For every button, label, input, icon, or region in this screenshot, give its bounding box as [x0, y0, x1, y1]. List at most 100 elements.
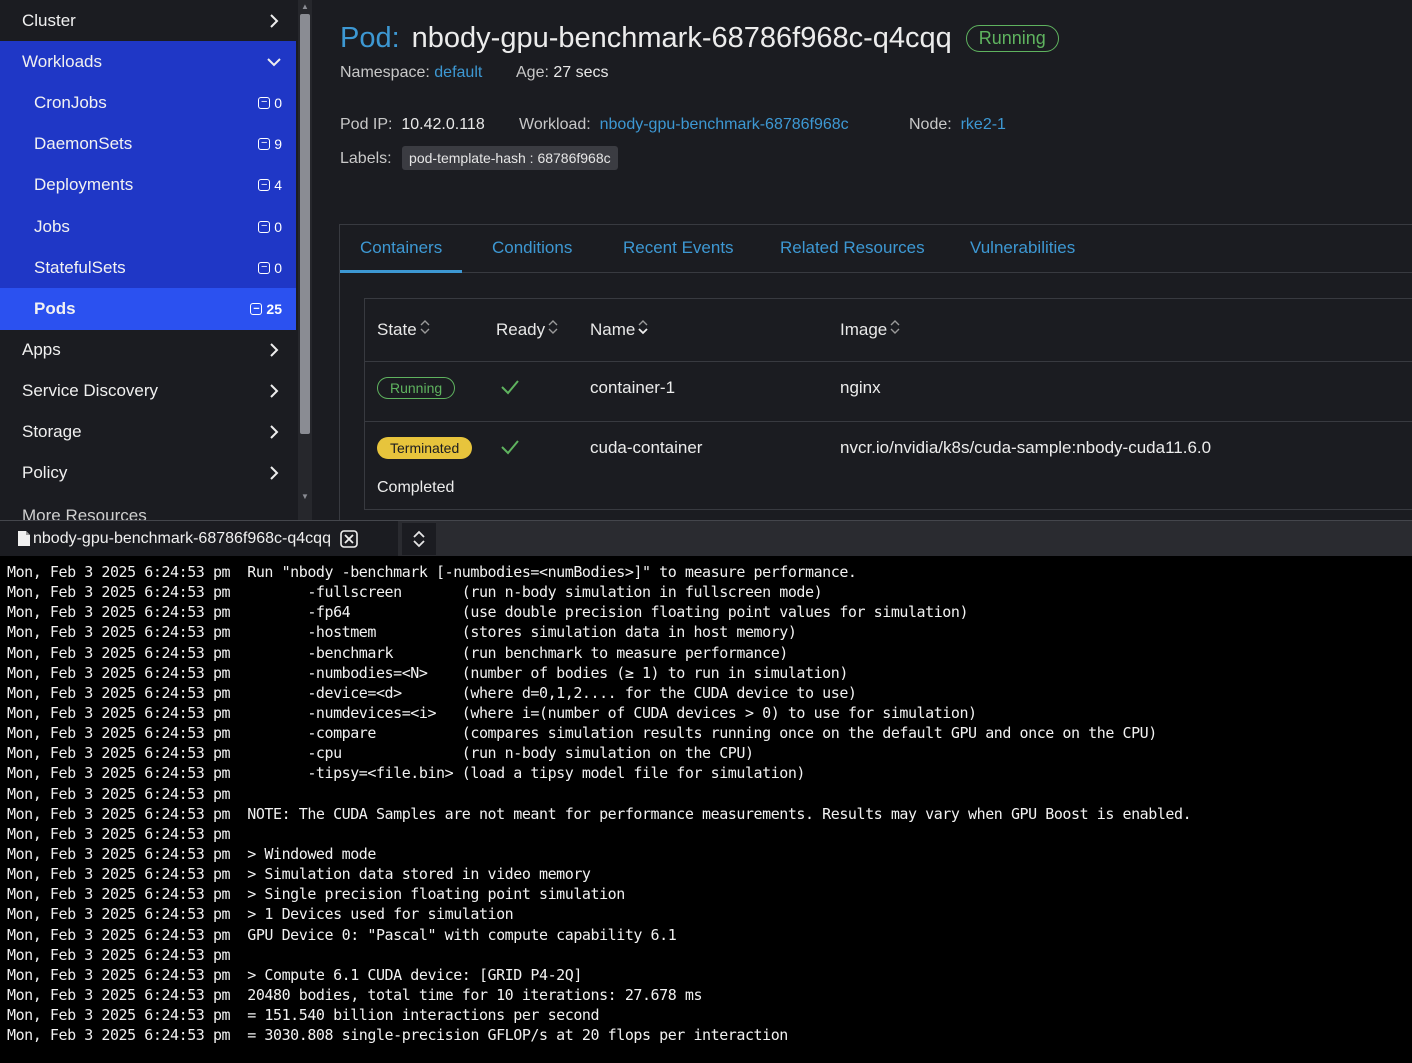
terminal-line: Mon, Feb 3 2025 6:24:53 pm -tipsy=<file.… [7, 764, 806, 783]
namespace-link[interactable]: default [434, 64, 482, 81]
column-header-name[interactable]: Name [590, 299, 648, 361]
tab-conditions[interactable]: Conditions [492, 225, 572, 273]
terminal-line: Mon, Feb 3 2025 6:24:53 pm [7, 945, 231, 964]
sidebar-item-label: Pods [34, 299, 76, 319]
nav-group-workloads[interactable]: Workloads [0, 41, 296, 82]
column-header-state[interactable]: State [377, 299, 430, 361]
nav-group-service-discovery[interactable]: Service Discovery [0, 371, 296, 412]
check-icon [500, 437, 520, 462]
terminal-line: Mon, Feb 3 2025 6:24:53 pm -benchmark (r… [7, 643, 788, 662]
close-icon[interactable] [340, 529, 358, 548]
sidebar-item-label: StatefulSets [34, 257, 126, 277]
node-label: Node: [909, 116, 952, 133]
chevron-right-icon [266, 465, 282, 481]
sidebar-item-pods[interactable]: Pods −25 [0, 288, 296, 330]
terminal-line: Mon, Feb 3 2025 6:24:53 pm NOTE: The CUD… [7, 804, 1192, 823]
title-prefix: Pod: [340, 22, 400, 54]
sidebar-item-cronjobs[interactable]: CronJobs −0 [0, 82, 296, 124]
terminal-tab[interactable]: nbody-gpu-benchmark-68786f968c-q4cqq [0, 521, 398, 556]
tab-containers[interactable]: Containers [340, 225, 463, 273]
nav-group-policy[interactable]: Policy [0, 453, 296, 494]
sort-icon [420, 299, 430, 361]
sidebar-item-jobs[interactable]: Jobs −0 [0, 205, 296, 248]
terminal-line: Mon, Feb 3 2025 6:24:53 pm Run "nbody -b… [7, 563, 857, 581]
age-label: Age: [516, 64, 549, 81]
terminal-line: Mon, Feb 3 2025 6:24:53 pm -cpu (run n-b… [7, 744, 754, 763]
scroll-down-icon[interactable]: ▼ [299, 492, 311, 502]
nav-group-cluster[interactable]: Cluster [0, 0, 296, 41]
sidebar-scrollbar-thumb[interactable] [300, 14, 310, 434]
row-divider [365, 421, 1412, 422]
tabs-panel: Containers Conditions Recent Events Rela… [339, 224, 1412, 524]
terminal-line: Mon, Feb 3 2025 6:24:53 pm 20480 bodies,… [7, 985, 703, 1004]
tab-vulnerabilities[interactable]: Vulnerabilities [970, 225, 1075, 273]
sidebar-item-label: Deployments [34, 175, 134, 195]
column-header-label: Image [840, 320, 888, 339]
nav-group-apps[interactable]: Apps [0, 330, 296, 371]
terminal-line: Mon, Feb 3 2025 6:24:53 pm > Simulation … [7, 865, 591, 884]
expand-button[interactable] [402, 523, 436, 555]
container-name: cuda-container [590, 438, 703, 457]
sidebar-item-deployments[interactable]: Deployments −4 [0, 164, 296, 206]
nav-group-label: Policy [22, 463, 68, 483]
chevron-right-icon [266, 424, 282, 440]
terminal-line: Mon, Feb 3 2025 6:24:53 pm GPU Device 0:… [7, 925, 677, 944]
labels-label: Labels: [340, 150, 392, 167]
column-header-image[interactable]: Image [840, 299, 900, 361]
pod-ip-label: Pod IP: [340, 116, 393, 133]
label-chip: pod-template-hash : 68786f968c [402, 146, 618, 170]
nav-group-label: Service Discovery [22, 381, 159, 401]
check-icon [500, 377, 520, 402]
sidebar-item-statefulsets[interactable]: StatefulSets −0 [0, 247, 296, 289]
status-badge: Running [965, 25, 1059, 52]
sort-down-icon [638, 299, 648, 361]
node-meta: Node: rke2-1 [909, 116, 1006, 134]
workload-label: Workload: [519, 116, 591, 133]
expand-icon [413, 530, 425, 548]
terminal-tab-bar: nbody-gpu-benchmark-68786f968c-q4cqq [0, 520, 1412, 556]
chevron-down-icon [266, 54, 282, 70]
namespace-icon: − [250, 303, 263, 316]
resource-count: −9 [258, 136, 282, 152]
workload-meta: Workload: nbody-gpu-benchmark-68786f968c [519, 116, 849, 134]
resource-count-value: 9 [274, 135, 282, 152]
age-value: 27 secs [553, 64, 609, 81]
containers-table: State Ready Name Image Running container… [364, 298, 1412, 510]
terminal-line: Mon, Feb 3 2025 6:24:53 pm > Single prec… [7, 885, 625, 904]
scroll-up-icon[interactable]: ▲ [299, 2, 311, 12]
pod-detail: Pod: nbody-gpu-benchmark-68786f968c-q4cq… [314, 0, 1412, 524]
nav-group-label: Workloads [22, 51, 102, 71]
labels-meta: Labels: pod-template-hash : 68786f968c [340, 146, 618, 170]
nav-group-label: Storage [22, 422, 82, 442]
terminal-line: Mon, Feb 3 2025 6:24:53 pm -compare (com… [7, 724, 1157, 743]
terminal-line: Mon, Feb 3 2025 6:24:53 pm > 1 Devices u… [7, 905, 514, 924]
resource-count: −4 [258, 177, 282, 193]
nav-group-label: Apps [22, 340, 61, 360]
chevron-right-icon [266, 383, 282, 399]
terminal-output[interactable]: Mon, Feb 3 2025 6:24:53 pm Run "nbody -b… [0, 556, 1412, 1063]
tab-related-resources[interactable]: Related Resources [780, 225, 925, 273]
container-name: container-1 [590, 378, 676, 397]
namespace-icon: − [258, 96, 271, 109]
workload-link[interactable]: nbody-gpu-benchmark-68786f968c [600, 116, 849, 133]
column-header-ready[interactable]: Ready [496, 299, 558, 361]
container-image: nginx [840, 378, 881, 397]
nav-group-more-resources[interactable]: More Resources [0, 494, 296, 520]
terminal-line: Mon, Feb 3 2025 6:24:53 pm = 151.540 bil… [7, 1006, 600, 1025]
nav-group-storage[interactable]: Storage [0, 412, 296, 453]
resource-count: −0 [258, 95, 282, 111]
sidebar-item-daemonsets[interactable]: DaemonSets −9 [0, 123, 296, 165]
node-link[interactable]: rke2-1 [961, 116, 1006, 133]
state-badge-terminated: Terminated [377, 437, 473, 459]
column-header-label: State [377, 320, 417, 339]
nav-group-label: More Resources [22, 505, 147, 520]
terminal-line: Mon, Feb 3 2025 6:24:53 pm -hostmem (sto… [7, 623, 797, 642]
chevron-right-icon [266, 13, 282, 29]
terminal-tab-title: nbody-gpu-benchmark-68786f968c-q4cqq [33, 529, 331, 547]
tab-recent-events[interactable]: Recent Events [623, 225, 734, 273]
terminal-line: Mon, Feb 3 2025 6:24:53 pm -device=<d> (… [7, 683, 857, 702]
pod-ip-value: 10.42.0.118 [401, 116, 485, 133]
pod-ip-meta: Pod IP: 10.42.0.118 [340, 116, 485, 134]
column-header-label: Ready [496, 320, 546, 339]
namespace-icon: − [258, 179, 271, 192]
